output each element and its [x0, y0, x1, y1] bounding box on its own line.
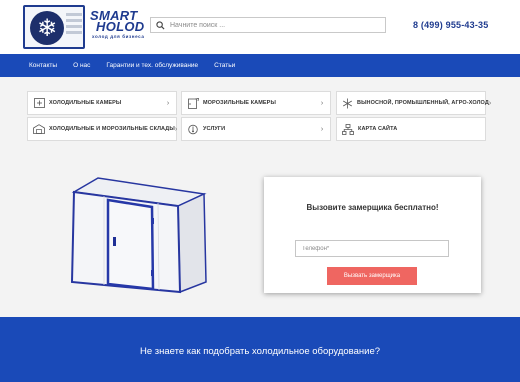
- main-nav: Контакты О нас Гарантии и тех. обслужива…: [0, 54, 520, 77]
- site-header: ❄ SMART HOLOD холод для бизнеса 8 (499) …: [0, 0, 520, 54]
- nav-item-about[interactable]: О нас: [73, 62, 90, 69]
- nav-item-warranty[interactable]: Гарантии и тех. обслуживание: [106, 62, 198, 69]
- category-sitemap[interactable]: КАРТА САЙТА: [336, 117, 486, 141]
- call-measurer-button[interactable]: Вызвать замерщика: [327, 267, 417, 285]
- search-icon[interactable]: [153, 18, 167, 32]
- cold-room-icon: [33, 97, 45, 109]
- thermometer-icon: [187, 123, 199, 135]
- help-banner: Не знаете как подобрать холодильное обор…: [0, 317, 520, 382]
- chevron-right-icon: ›: [166, 99, 170, 107]
- logo-wordmark[interactable]: SMART HOLOD: [90, 9, 145, 34]
- snowflake-icon: [342, 97, 353, 109]
- callback-form: Вызовите замерщика бесплатно! Вызвать за…: [264, 177, 481, 293]
- hero-section: Вызовите замерщика бесплатно! Вызвать за…: [0, 157, 520, 317]
- freezer-icon: [187, 97, 199, 109]
- banner-heading: Не знаете как подобрать холодильное обор…: [139, 346, 381, 357]
- sitemap-icon: [342, 123, 354, 135]
- chevron-right-icon: ›: [320, 99, 324, 107]
- category-panel: ХОЛОДИЛЬНЫЕ КАМЕРЫ › МОРОЗИЛЬНЫЕ КАМЕРЫ …: [0, 77, 520, 157]
- category-label: ХОЛОДИЛЬНЫЕ КАМЕРЫ: [49, 100, 122, 106]
- logo-line-2: HOLOD: [96, 19, 145, 34]
- category-cold-rooms[interactable]: ХОЛОДИЛЬНЫЕ КАМЕРЫ ›: [27, 91, 177, 115]
- category-industrial-cooling[interactable]: ВЫНОСНОЙ, ПРОМЫШЛЕННЫЙ, АГРО-ХОЛОД ›: [336, 91, 491, 115]
- cold-room-product-image: [68, 174, 214, 297]
- phone-number[interactable]: 8 (499) 955-43-35: [413, 20, 488, 30]
- category-freezer-rooms[interactable]: МОРОЗИЛЬНЫЕ КАМЕРЫ ›: [181, 91, 331, 115]
- search-input[interactable]: [170, 21, 380, 29]
- form-title: Вызовите замерщика бесплатно!: [306, 203, 439, 212]
- category-label: МОРОЗИЛЬНЫЕ КАМЕРЫ: [203, 100, 276, 106]
- category-label: УСЛУГИ: [203, 126, 226, 132]
- nav-item-contacts[interactable]: Контакты: [29, 62, 57, 69]
- category-label: ВЫНОСНОЙ, ПРОМЫШЛЕННЫЙ, АГРО-ХОЛОД: [357, 100, 489, 106]
- warehouse-icon: [33, 123, 45, 135]
- category-label: КАРТА САЙТА: [358, 126, 398, 132]
- snowflake-logo-icon: ❄: [30, 11, 64, 45]
- logo-tagline: холод для бизнеса: [92, 34, 145, 39]
- chevron-right-icon: ›: [174, 125, 178, 133]
- nav-item-articles[interactable]: Статьи: [214, 62, 235, 69]
- search-box: [150, 17, 386, 33]
- ac-unit-icon: [66, 13, 82, 43]
- logo[interactable]: ❄: [23, 5, 85, 49]
- chevron-right-icon: ›: [320, 125, 324, 133]
- category-warehouses[interactable]: ХОЛОДИЛЬНЫЕ И МОРОЗИЛЬНЫЕ СКЛАДЫ ›: [27, 117, 177, 141]
- chevron-right-icon: ›: [488, 99, 492, 107]
- category-label: ХОЛОДИЛЬНЫЕ И МОРОЗИЛЬНЫЕ СКЛАДЫ: [49, 126, 175, 132]
- category-services[interactable]: УСЛУГИ ›: [181, 117, 331, 141]
- phone-field[interactable]: [295, 240, 449, 257]
